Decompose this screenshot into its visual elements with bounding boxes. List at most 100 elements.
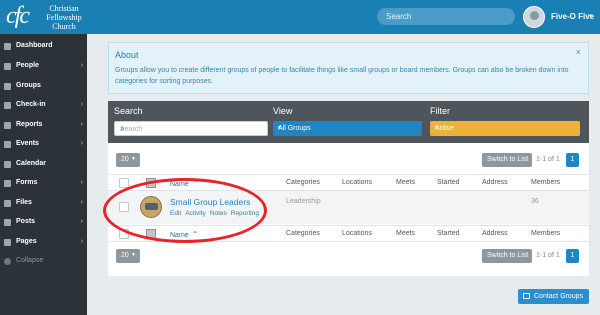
column-meets[interactable]: Meets xyxy=(396,230,415,237)
sidebar-collapse[interactable]: Collapse xyxy=(0,252,87,272)
chevron-right-icon: › xyxy=(80,238,83,245)
column-categories[interactable]: Categories xyxy=(286,179,320,186)
column-started[interactable]: Started xyxy=(437,230,460,237)
column-categories[interactable]: Categories xyxy=(286,230,320,237)
sidebar-item-events[interactable]: Events › xyxy=(0,135,87,155)
view-select[interactable]: All Groups ▾ xyxy=(273,121,422,136)
table-header: Name ⌃ Categories Locations Meets Started… xyxy=(108,174,589,191)
sidebar-item-label: Forms xyxy=(16,179,38,186)
logo-line-3: Church xyxy=(52,22,76,31)
column-address[interactable]: Address xyxy=(482,179,508,186)
group-category: Leadership xyxy=(286,198,321,205)
sidebar: Dashboard People › Groups Check-in › Rep… xyxy=(0,34,87,315)
sidebar-item-reports[interactable]: Reports › xyxy=(0,116,87,136)
column-name-label: Name xyxy=(170,181,189,188)
logo-line-2: Fellowship xyxy=(46,13,82,22)
column-meets[interactable]: Meets xyxy=(396,179,415,186)
image-column-icon xyxy=(146,229,156,239)
dashboard-icon xyxy=(4,43,11,50)
sort-asc-icon: ⌃ xyxy=(191,230,199,239)
column-locations[interactable]: Locations xyxy=(342,230,372,237)
sidebar-item-posts[interactable]: Posts › xyxy=(0,213,87,233)
sidebar-item-label: Check-in xyxy=(16,101,46,108)
column-members[interactable]: Members xyxy=(531,230,560,237)
page-number-button[interactable]: 1 xyxy=(566,153,579,167)
search-icon: ⌕ xyxy=(120,124,125,133)
pages-icon xyxy=(4,239,11,246)
page-number-button[interactable]: 1 xyxy=(566,249,579,263)
about-title: About xyxy=(115,50,139,60)
chevron-down-icon: ▾ xyxy=(589,13,593,20)
image-column-icon xyxy=(146,178,156,188)
table-footer-header: Name ⌃ Categories Locations Meets Started… xyxy=(108,225,589,242)
church-logo[interactable]: cfc Christian Fellowship Church xyxy=(6,2,90,32)
select-all-checkbox[interactable] xyxy=(119,229,129,239)
chevron-down-icon: ▾ xyxy=(435,125,439,131)
column-name[interactable]: Name ⌃ xyxy=(170,179,198,188)
groups-icon xyxy=(4,83,11,90)
sidebar-item-files[interactable]: Files › xyxy=(0,194,87,214)
notes-link[interactable]: Notes xyxy=(210,210,227,217)
contact-groups-button[interactable]: Contact Groups xyxy=(518,289,589,304)
sidebar-item-label: Posts xyxy=(16,218,36,225)
global-search-placeholder: Search xyxy=(386,12,412,21)
user-menu[interactable]: Five-O Five ▾ xyxy=(523,6,598,28)
column-name[interactable]: Name ⌃ xyxy=(170,230,198,239)
column-members[interactable]: Members xyxy=(531,179,560,186)
about-panel: About Groups allow you to create differe… xyxy=(108,42,589,94)
filter-select[interactable]: Active ▾ xyxy=(430,121,580,136)
posts-icon xyxy=(4,219,11,226)
group-image xyxy=(140,196,162,218)
page-size-select[interactable]: 20 ▼ xyxy=(116,153,140,167)
sidebar-item-checkin[interactable]: Check-in › xyxy=(0,96,87,116)
table-row[interactable]: Small Group Leaders Edit Activity Notes Rep… xyxy=(108,191,589,224)
groups-list-panel: 20 ▼ Switch to List 1-1 of 1 1 Name ⌃ Cat… xyxy=(108,143,589,276)
filter-bar: Search Search ⌕ View All Groups ▾ Filter… xyxy=(108,101,589,143)
logo-text: Christian Fellowship Church xyxy=(36,4,92,31)
sidebar-item-forms[interactable]: Forms › xyxy=(0,174,87,194)
chevron-right-icon: › xyxy=(80,218,83,225)
select-all-checkbox[interactable] xyxy=(119,178,129,188)
column-locations[interactable]: Locations xyxy=(342,179,372,186)
column-started[interactable]: Started xyxy=(437,179,460,186)
page-size-value: 20 xyxy=(121,252,129,259)
global-search-input[interactable]: Search xyxy=(377,8,515,25)
chevron-down-icon: ▼ xyxy=(131,252,136,258)
chevron-right-icon: › xyxy=(80,140,83,147)
sidebar-item-groups[interactable]: Groups xyxy=(0,77,87,97)
switch-to-list-label: Switch to List xyxy=(487,156,529,163)
switch-to-list-button[interactable]: Switch to List xyxy=(482,153,532,167)
people-icon xyxy=(4,63,11,70)
group-search-input[interactable]: Search ⌕ xyxy=(114,121,268,136)
sidebar-item-dashboard[interactable]: Dashboard xyxy=(0,37,87,57)
reporting-link[interactable]: Reporting xyxy=(231,210,259,217)
chevron-down-icon: ▼ xyxy=(131,156,136,162)
sidebar-item-label: Groups xyxy=(16,82,41,89)
group-actions: Edit Activity Notes Reporting xyxy=(170,210,263,217)
top-bar: cfc Christian Fellowship Church Search F… xyxy=(0,0,600,34)
column-name-label: Name xyxy=(170,232,189,239)
filter-label: Filter xyxy=(430,106,450,116)
page-size-select[interactable]: 20 ▼ xyxy=(116,249,140,263)
files-icon xyxy=(4,200,11,207)
switch-to-list-button[interactable]: Switch to List xyxy=(482,249,532,263)
sidebar-item-label: Files xyxy=(16,199,32,206)
row-checkbox[interactable] xyxy=(119,202,129,212)
collapse-icon xyxy=(4,258,11,265)
column-address[interactable]: Address xyxy=(482,230,508,237)
pagination-range: 1-1 of 1 xyxy=(536,252,560,259)
sidebar-item-pages[interactable]: Pages › xyxy=(0,233,87,253)
about-text: Groups allow you to create different gro… xyxy=(115,67,569,85)
user-name: Five-O Five xyxy=(551,12,595,21)
events-icon xyxy=(4,141,11,148)
group-name-link[interactable]: Small Group Leaders xyxy=(170,197,250,207)
calendar-icon xyxy=(4,161,11,168)
chevron-down-icon: ▾ xyxy=(278,125,282,131)
activity-link[interactable]: Activity xyxy=(185,210,206,217)
edit-link[interactable]: Edit xyxy=(170,210,181,217)
sidebar-item-calendar[interactable]: Calendar xyxy=(0,155,87,175)
pagination-range: 1-1 of 1 xyxy=(536,156,560,163)
sidebar-item-people[interactable]: People › xyxy=(0,57,87,77)
close-icon[interactable]: × xyxy=(576,47,581,57)
view-label: View xyxy=(273,106,293,116)
